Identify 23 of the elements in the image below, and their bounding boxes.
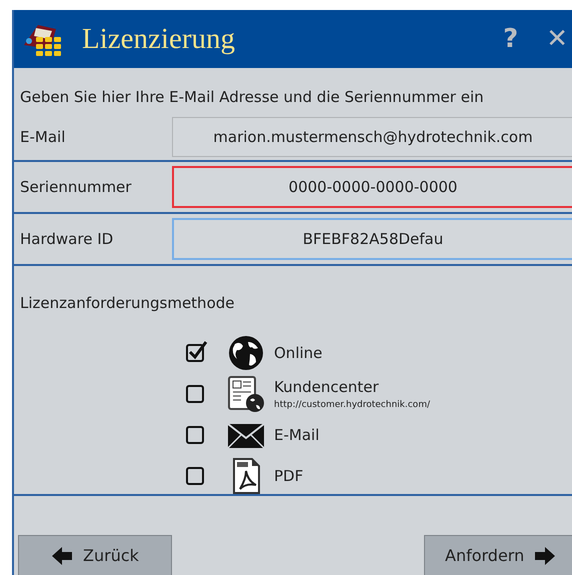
option-label: E-Mail — [274, 426, 320, 444]
left-arrow-icon — [51, 546, 74, 566]
option-label: Kundencenter — [274, 378, 380, 396]
request-button[interactable]: Anfordern — [424, 535, 572, 575]
window-title: Lizenzierung — [82, 22, 236, 56]
help-button[interactable]: ? — [503, 24, 518, 54]
document-globe-icon — [226, 375, 266, 413]
input-field[interactable]: marion.mustermensch@hydrotechnik.com — [172, 117, 572, 157]
right-arrow-icon — [534, 546, 556, 566]
option-label: Online — [274, 344, 322, 362]
back-button[interactable]: Zurück — [18, 535, 172, 575]
field-label: Seriennummer — [19, 178, 132, 196]
input-field[interactable]: BFEBF82A58Defau — [172, 218, 572, 260]
instruction-text: Geben Sie hier Ihre E-Mail Adresse und die Seriennummer ein — [19, 87, 485, 108]
option-label: PDF — [274, 467, 304, 485]
section-label: Lizenzanforderungsmethode — [19, 293, 236, 314]
globe-icon — [226, 334, 266, 372]
close-button[interactable]: ✕ — [546, 24, 568, 54]
field-label: E-Mail — [19, 128, 66, 146]
url-text: http://customer.hydrotechnik.com/ — [274, 400, 430, 410]
field-label: Hardware ID — [19, 230, 114, 248]
checkbox[interactable] — [186, 340, 208, 362]
input-field[interactable]: 0000-0000-0000-0000 — [172, 166, 572, 208]
